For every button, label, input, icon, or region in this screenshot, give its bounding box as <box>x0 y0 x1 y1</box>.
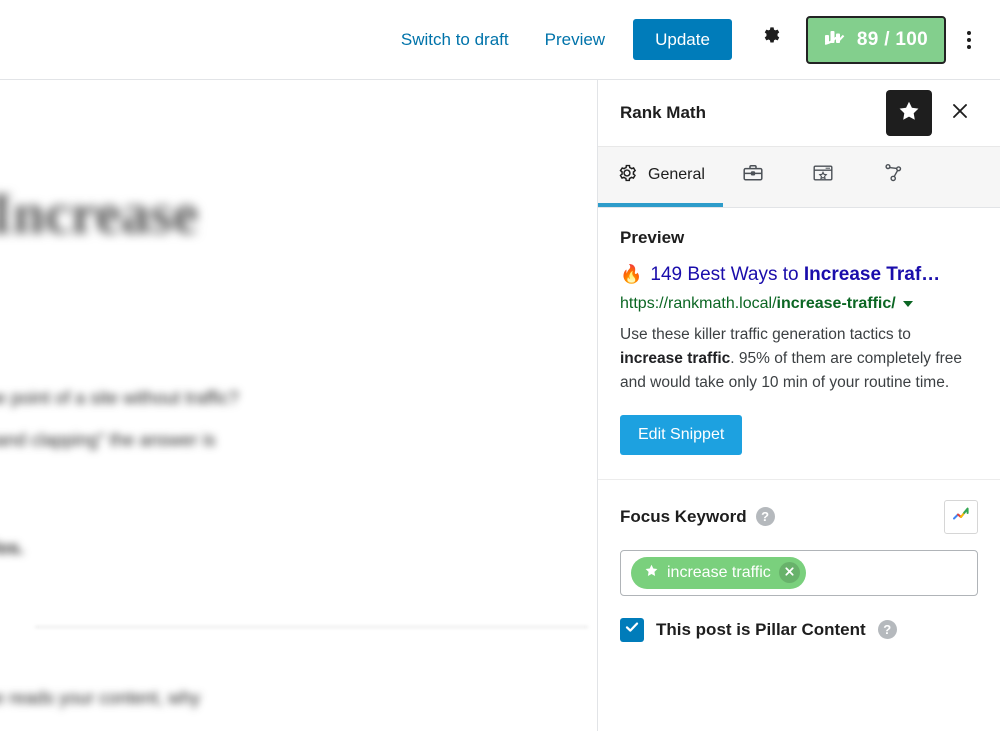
tab-social[interactable] <box>863 147 933 207</box>
google-trends-button[interactable] <box>944 500 978 534</box>
seo-score-badge[interactable]: 89 / 100 <box>806 16 946 64</box>
help-question-icon[interactable]: ? <box>878 620 897 639</box>
snippet-title-bold: Increase Traf… <box>804 264 940 285</box>
rank-math-star-button[interactable] <box>886 90 932 136</box>
switch-to-draft-link[interactable]: Switch to draft <box>397 25 513 54</box>
focus-keyword-tag-text: increase traffic <box>667 564 771 582</box>
close-icon <box>784 564 795 582</box>
rank-math-sidebar: Rank Math <box>598 80 1000 731</box>
post-paragraph-line[interactable]: ne reads your content, why <box>0 688 200 709</box>
preview-link[interactable]: Preview <box>541 25 609 54</box>
content-separator <box>35 626 588 628</box>
focus-keyword-label-wrap: Focus Keyword ? <box>620 507 775 527</box>
pillar-content-row: This post is Pillar Content ? <box>620 618 978 642</box>
tab-general-label: General <box>648 166 705 184</box>
rank-math-tabs: General <box>598 146 1000 208</box>
wordpress-editor-screen: Switch to draft Preview Update 89 / 100 <box>0 0 1000 731</box>
checkmark-icon <box>624 619 640 640</box>
chevron-down-icon[interactable] <box>903 301 913 307</box>
snippet-url-base: https://rankmath.local/ <box>620 295 777 312</box>
rank-math-general-panel: Preview 🔥 149 Best Ways to Increase Traf… <box>598 208 1000 666</box>
update-button[interactable]: Update <box>633 19 732 60</box>
social-share-nodes-icon <box>881 161 905 190</box>
more-options-button[interactable] <box>952 18 986 62</box>
pillar-content-checkbox[interactable] <box>620 618 644 642</box>
snippet-url-slug: increase-traffic/ <box>777 295 896 312</box>
focus-keyword-label: Focus Keyword <box>620 507 747 527</box>
kebab-menu-icon <box>967 31 971 35</box>
preview-heading: Preview <box>620 228 978 248</box>
seo-score-value: 89 / 100 <box>857 29 928 51</box>
kebab-menu-icon-dot3 <box>967 45 971 49</box>
snippet-desc-bold: increase traffic <box>620 350 730 367</box>
close-icon <box>950 101 970 126</box>
snippet-desc-part1: Use these killer traffic generation tact… <box>620 326 911 343</box>
star-icon <box>644 563 659 583</box>
snippet-preview-section: Preview 🔥 149 Best Ways to Increase Traf… <box>598 208 1000 480</box>
post-paragraph-line[interactable]: he point of a site without traffic? <box>0 388 239 409</box>
kebab-menu-icon-dot2 <box>967 38 971 42</box>
edit-snippet-button[interactable]: Edit Snippet <box>620 415 742 455</box>
help-question-icon[interactable]: ? <box>756 507 775 526</box>
google-trends-icon <box>951 504 971 529</box>
snippet-preview-title[interactable]: 🔥 149 Best Ways to Increase Traf… <box>620 264 978 287</box>
close-panel-button[interactable] <box>940 91 980 135</box>
seo-score-bar-chart-icon <box>824 27 848 52</box>
focus-keyword-tag[interactable]: increase traffic <box>631 557 806 589</box>
pillar-content-label: This post is Pillar Content <box>656 620 866 640</box>
snippet-preview-description[interactable]: Use these killer traffic generation tact… <box>620 323 972 395</box>
focus-keyword-header: Focus Keyword ? <box>620 500 978 534</box>
rich-snippet-browser-star-icon <box>811 161 835 190</box>
tab-rich-snippet[interactable] <box>793 147 863 207</box>
rank-math-header: Rank Math <box>598 80 1000 146</box>
post-content-canvas[interactable]: Increase he point of a site without traf… <box>0 80 598 731</box>
focus-keyword-section: Focus Keyword ? <box>598 480 1000 666</box>
focus-keyword-input[interactable]: increase traffic <box>620 550 978 596</box>
remove-keyword-button[interactable] <box>779 562 800 583</box>
rank-math-title: Rank Math <box>620 103 886 123</box>
post-title-heading[interactable]: Increase <box>0 180 198 247</box>
snippet-preview-url[interactable]: https://rankmath.local/increase-traffic/ <box>620 295 978 313</box>
snippet-title-plain: 149 Best Ways to <box>650 264 803 285</box>
gear-icon <box>616 162 638 189</box>
post-paragraph-line[interactable]: llos. <box>0 538 24 559</box>
settings-gear-button[interactable] <box>752 20 792 60</box>
tab-advanced[interactable] <box>723 147 793 207</box>
briefcase-icon <box>741 161 765 190</box>
post-paragraph-line[interactable]: hand clapping" the answer is <box>0 430 216 451</box>
star-icon <box>897 99 921 128</box>
editor-toolbar: Switch to draft Preview Update 89 / 100 <box>0 0 1000 80</box>
tab-general[interactable]: General <box>598 147 723 207</box>
gear-icon <box>760 25 784 54</box>
fire-emoji-icon: 🔥 <box>620 264 642 286</box>
